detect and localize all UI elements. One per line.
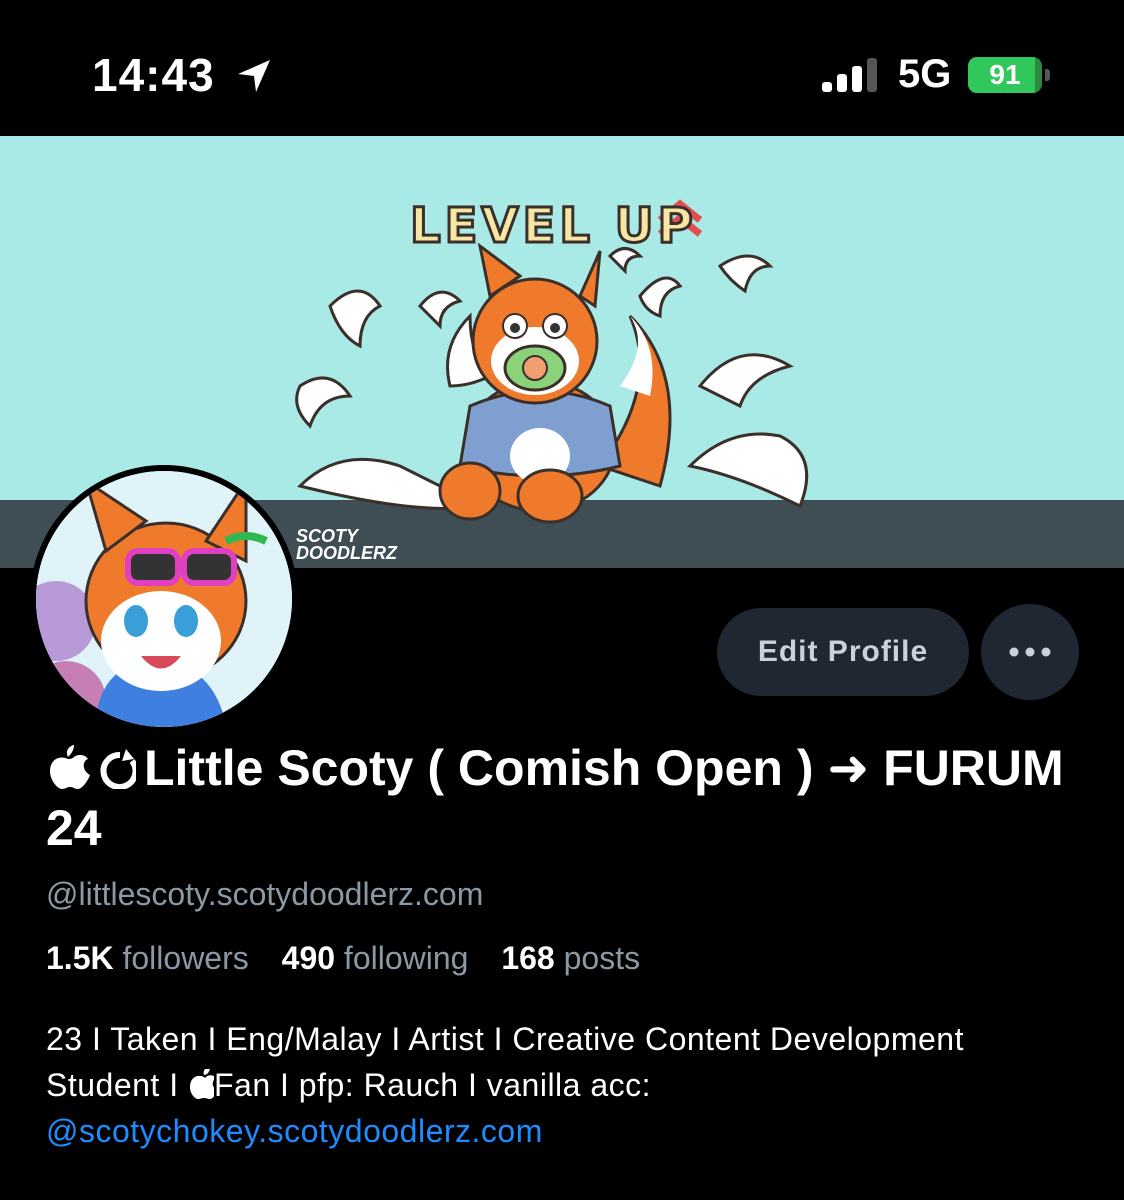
network-type: 5G <box>898 52 952 96</box>
bio-link[interactable]: @scotychokey.scotydoodlerz.com <box>46 1113 543 1149</box>
battery-cap <box>1045 69 1050 81</box>
signal-bar <box>837 74 847 92</box>
more-options-button[interactable] <box>981 604 1079 700</box>
following-label: following <box>343 940 469 976</box>
banner-watermark: SCOTY DOODLERZ <box>296 527 397 563</box>
avatar[interactable] <box>30 465 298 733</box>
signal-bar <box>852 66 862 92</box>
status-time: 14:43 <box>92 49 215 101</box>
battery-indicator: 91 <box>968 57 1052 93</box>
bio-text-2: Fan I pfp: Rauch I vanilla acc: <box>213 1067 652 1103</box>
banner-title: LEVEL UP <box>409 197 697 256</box>
display-name: Little Scoty ( Comish Open ) ➜ FURUM 24 <box>46 738 1086 858</box>
followers-stat[interactable]: 1.5K followers <box>46 940 249 977</box>
posts-stat: 168 posts <box>501 940 640 977</box>
profile-bio: 23 I Taken I Eng/Malay I Artist I Creati… <box>46 1016 1086 1154</box>
followers-label: followers <box>122 940 249 976</box>
status-bar: 14:43 5G 91 <box>0 0 1124 136</box>
signal-bar <box>822 82 832 92</box>
posts-count: 168 <box>501 940 555 976</box>
following-count: 490 <box>281 940 336 976</box>
edit-profile-button[interactable]: Edit Profile <box>717 608 969 696</box>
battery-percent: 91 <box>989 59 1021 90</box>
avatar-image <box>36 471 292 727</box>
signal-bar <box>867 58 877 92</box>
followers-count: 1.5K <box>46 940 114 976</box>
posts-label: posts <box>563 940 641 976</box>
profile-screen: 14:43 5G 91 LEVEL UP SCOTY DOODLERZ Edit… <box>0 0 1124 1200</box>
cellular-signal-icon <box>822 58 877 92</box>
profile-handle: @littlescoty.scotydoodlerz.com <box>46 876 484 912</box>
profile-stats: 1.5K followers 490 following 168 posts <box>46 940 664 977</box>
following-stat[interactable]: 490 following <box>282 940 469 977</box>
battery-body: 91 <box>968 57 1042 93</box>
display-name-text: Little Scoty ( Comish Open ) ➜ FURUM 24 <box>46 740 1064 856</box>
apple-refresh-icon <box>50 745 136 789</box>
avatar-illustration <box>36 471 292 727</box>
apple-logo-icon <box>189 1069 214 1099</box>
more-dots-icon <box>1009 647 1051 657</box>
location-arrow-icon <box>238 60 270 92</box>
watermark-line-2: DOODLERZ <box>296 543 397 563</box>
